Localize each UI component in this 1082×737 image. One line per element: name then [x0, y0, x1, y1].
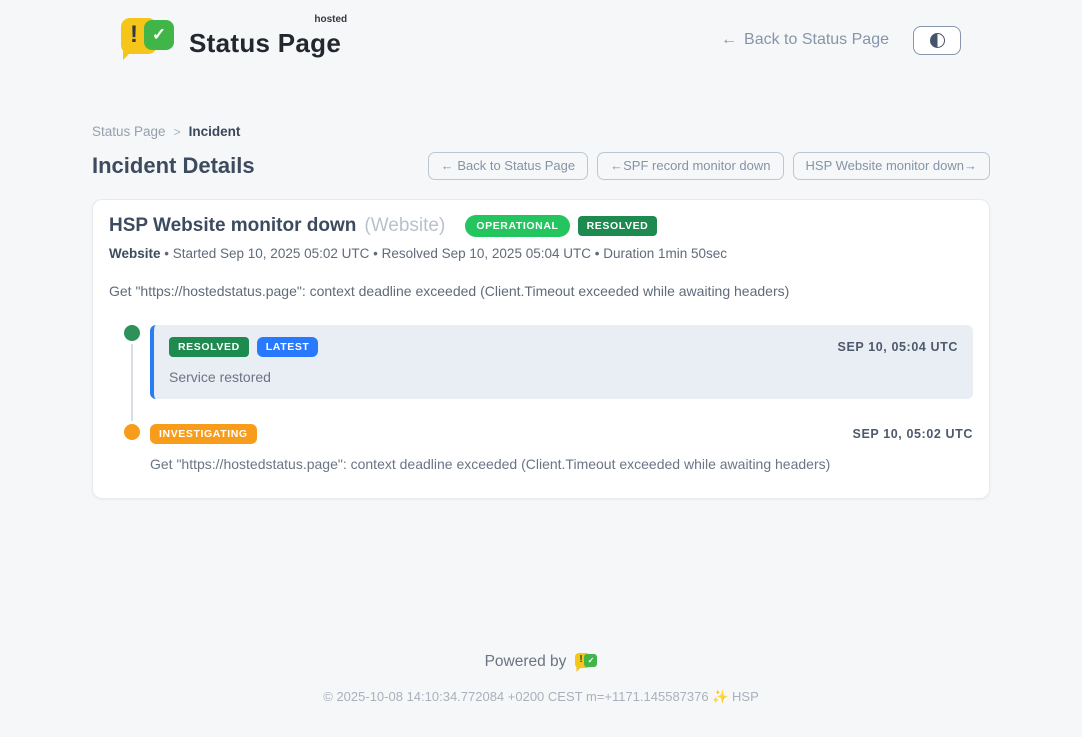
timeline-timestamp: SEP 10, 05:04 UTC: [838, 340, 958, 354]
back-link-label: Back to Status Page: [744, 31, 889, 49]
header: ! ✓ Status Page hosted ← Back to Status …: [0, 0, 1082, 66]
resolved-status-badge: RESOLVED: [169, 337, 249, 357]
brand-superscript: hosted: [314, 14, 347, 25]
incident-service: Website: [109, 246, 161, 261]
back-to-status-page-button[interactable]: ← Back to Status Page: [428, 152, 588, 180]
investigating-status-badge: INVESTIGATING: [150, 424, 257, 444]
timeline-badges: INVESTIGATING: [150, 424, 257, 444]
prev-incident-button[interactable]: ←SPF record monitor down: [597, 152, 783, 180]
timeline-timestamp: SEP 10, 05:02 UTC: [853, 427, 973, 441]
incident-component: (Website): [364, 215, 445, 237]
footer: Powered by ! ✓ © 2025-10-08 14:10:34.772…: [0, 652, 1082, 705]
brand-name: Status Page: [189, 28, 341, 58]
incident-meta: Website • Started Sep 10, 2025 05:02 UTC…: [109, 246, 973, 261]
incident-title-row: HSP Website monitor down (Website) OPERA…: [109, 215, 973, 237]
timeline-dot-investigating: [124, 424, 140, 440]
exclamation-icon: !: [579, 654, 582, 665]
timeline-badges: RESOLVED LATEST: [169, 337, 318, 357]
powered-by-label: Powered by: [485, 653, 567, 671]
resolved-badge: RESOLVED: [578, 216, 658, 236]
brand-text: Status Page hosted: [189, 16, 341, 59]
page-title: Incident Details: [92, 153, 255, 179]
incident-description: Get "https://hostedstatus.page": context…: [109, 283, 973, 299]
breadcrumb-incident: Incident: [189, 124, 241, 139]
copyright-line: © 2025-10-08 14:10:34.772084 +0200 CEST …: [0, 689, 1082, 705]
statuspage-logo-icon: ! ✓: [121, 16, 177, 64]
theme-toggle-button[interactable]: [913, 26, 961, 55]
header-back-link[interactable]: ← Back to Status Page: [721, 31, 889, 49]
timeline-dot-resolved: [124, 325, 140, 341]
exclamation-icon: !: [130, 21, 138, 49]
check-icon: ✓: [144, 20, 174, 50]
statuspage-logo-icon[interactable]: ! ✓: [575, 652, 597, 672]
incident-nav-buttons: ← Back to Status Page ←SPF record monito…: [428, 152, 990, 180]
timeline-message: Get "https://hostedstatus.page": context…: [150, 456, 973, 472]
breadcrumb-status-page[interactable]: Status Page: [92, 124, 166, 139]
logo-bubble-tail: [576, 666, 582, 672]
check-icon: ✓: [584, 654, 597, 667]
incident-title: HSP Website monitor down: [109, 215, 356, 237]
latest-badge: LATEST: [257, 337, 319, 357]
timeline-entry-resolved: RESOLVED LATEST SEP 10, 05:04 UTC Servic…: [150, 325, 973, 399]
timeline-connector: [131, 343, 133, 425]
timeline-message: Service restored: [169, 369, 958, 385]
main-content: Status Page > Incident Incident Details …: [92, 124, 990, 499]
back-arrow-icon: ←: [721, 31, 737, 49]
breadcrumb: Status Page > Incident: [92, 124, 990, 139]
breadcrumb-separator: >: [174, 125, 181, 139]
operational-badge: OPERATIONAL: [465, 215, 569, 237]
incident-timeline: RESOLVED LATEST SEP 10, 05:04 UTC Servic…: [109, 325, 973, 472]
brand-logo[interactable]: ! ✓ Status Page hosted: [121, 16, 341, 64]
title-row: Incident Details ← Back to Status Page ←…: [92, 152, 990, 180]
next-incident-button[interactable]: HSP Website monitor down→: [793, 152, 990, 180]
incident-meta-text: • Started Sep 10, 2025 05:02 UTC • Resol…: [161, 246, 728, 261]
incident-card: HSP Website monitor down (Website) OPERA…: [92, 199, 990, 499]
timeline-entry-head: INVESTIGATING SEP 10, 05:02 UTC: [150, 424, 973, 444]
powered-by-row: Powered by ! ✓: [0, 652, 1082, 672]
timeline-entry-head: RESOLVED LATEST SEP 10, 05:04 UTC: [169, 337, 958, 357]
contrast-icon: [930, 33, 945, 48]
header-right: ← Back to Status Page: [721, 26, 961, 55]
timeline-entry-investigating: INVESTIGATING SEP 10, 05:02 UTC Get "htt…: [150, 424, 973, 472]
